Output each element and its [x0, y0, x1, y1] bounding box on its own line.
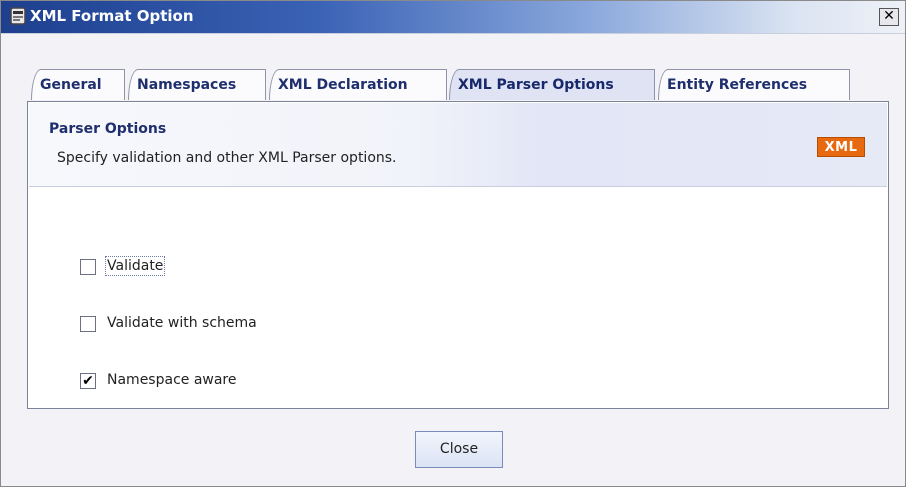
document-icon	[10, 7, 26, 25]
namespace-aware-checkbox[interactable]: ✔	[80, 373, 96, 389]
close-icon[interactable]: ✕	[879, 8, 899, 26]
panel-header: Parser Options Specify validation and ot…	[29, 103, 887, 187]
tab-label: XML Parser Options	[458, 77, 614, 93]
tab-xml-parser-options[interactable]: XML Parser Options	[449, 69, 655, 100]
tab-label: Entity References	[667, 77, 808, 93]
tab-entity-references[interactable]: Entity References	[658, 69, 850, 100]
dialog-window: XML Format Option ✕ General Namespaces X…	[0, 0, 906, 487]
tab-label: XML Declaration	[278, 77, 408, 93]
tab-panel: Parser Options Specify validation and ot…	[27, 101, 889, 409]
validate-schema-checkbox[interactable]	[80, 316, 96, 332]
validate-checkbox[interactable]	[80, 259, 96, 275]
window-title: XML Format Option	[30, 7, 194, 25]
validate-label[interactable]: Validate	[104, 256, 166, 276]
close-button[interactable]: Close	[415, 431, 503, 468]
title-bar[interactable]: XML Format Option ✕	[1, 1, 905, 34]
xml-badge: XML	[817, 137, 865, 157]
namespace-aware-label[interactable]: Namespace aware	[107, 372, 237, 388]
tab-xml-declaration[interactable]: XML Declaration	[269, 69, 447, 100]
tab-label: Namespaces	[137, 77, 237, 93]
validate-schema-label[interactable]: Validate with schema	[107, 315, 257, 331]
tab-label: General	[40, 77, 102, 93]
panel-title: Parser Options	[49, 121, 167, 137]
tab-namespaces[interactable]: Namespaces	[128, 69, 266, 100]
panel-description: Specify validation and other XML Parser …	[57, 150, 397, 166]
tab-general[interactable]: General	[31, 69, 125, 100]
